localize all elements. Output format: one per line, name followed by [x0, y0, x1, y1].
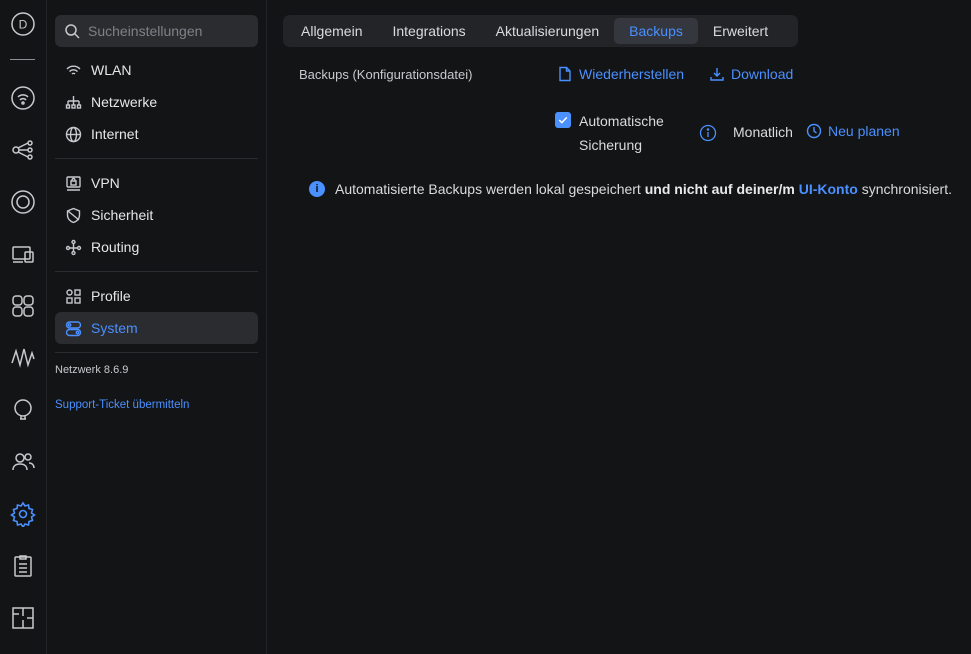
- info-icon[interactable]: [699, 124, 717, 142]
- support-ticket-link[interactable]: Support-Ticket übermitteln: [55, 399, 189, 411]
- backup-notice: i Automatisierte Backups werden lokal ge…: [309, 181, 952, 197]
- sidebar-item-label: System: [91, 320, 138, 336]
- wifi-icon: [64, 61, 82, 79]
- search-icon: [65, 24, 80, 39]
- sidebar-item-wlan[interactable]: WLAN: [55, 54, 258, 86]
- sidebar-divider: [55, 271, 258, 272]
- sidebar-divider: [55, 158, 258, 159]
- restore-button[interactable]: Wiederherstellen: [557, 66, 684, 82]
- version-text: Netzwerk 8.6.9: [55, 364, 129, 376]
- notice-text-3: synchronisiert.: [861, 181, 952, 197]
- sidebar-item-label: WLAN: [91, 62, 132, 78]
- tab-aktualisierungen[interactable]: Aktualisierungen: [481, 18, 615, 44]
- file-icon: [559, 66, 571, 82]
- sidebar-item-internet[interactable]: Internet: [55, 118, 258, 150]
- network-icon: [64, 93, 82, 111]
- restore-label: Wiederherstellen: [579, 66, 685, 82]
- download-icon: [710, 68, 724, 81]
- logs-icon[interactable]: [9, 552, 37, 580]
- app-rail: D: [0, 0, 47, 654]
- routing-icon: [64, 238, 82, 256]
- sidebar-item-netzwerke[interactable]: Netzwerke: [55, 86, 258, 118]
- rail-divider: [10, 59, 35, 60]
- statistics-icon[interactable]: [9, 344, 37, 372]
- shield-icon: [64, 206, 82, 224]
- topology-icon[interactable]: [9, 136, 37, 164]
- notice-text-1: Automatisierte Backups werden lokal gesp…: [335, 181, 641, 197]
- sidebar-item-vpn[interactable]: VPN: [55, 167, 258, 199]
- clock-icon: [806, 123, 822, 139]
- sidebar-item-label: Routing: [91, 239, 140, 255]
- ui-account-link[interactable]: UI-Konto: [799, 181, 858, 197]
- reschedule-button[interactable]: Neu planen: [806, 123, 900, 139]
- users-icon[interactable]: [9, 448, 37, 476]
- auto-backup-label: Automatische Sicherung: [579, 113, 664, 153]
- sidebar-divider: [55, 352, 258, 353]
- tab-allgemein[interactable]: Allgemein: [286, 18, 377, 44]
- sidebar-item-label: Sicherheit: [91, 207, 154, 223]
- wifi-device-icon[interactable]: [9, 84, 37, 112]
- sidebar-item-label: Profile: [91, 288, 131, 304]
- devices-icon[interactable]: [9, 240, 37, 268]
- tab-integrations[interactable]: Integrations: [377, 18, 480, 44]
- sidebar-item-profile[interactable]: Profile: [55, 280, 258, 312]
- info-filled-icon: i: [309, 181, 325, 197]
- clients-icon[interactable]: [9, 292, 37, 320]
- auto-backup-checkbox[interactable]: [555, 112, 571, 128]
- sidebar-item-sicherheit[interactable]: Sicherheit: [55, 199, 258, 231]
- settings-sidebar: WLAN Netzwerke Internet VPN Sicherheit R…: [47, 0, 267, 654]
- system-icon: [64, 319, 82, 337]
- floorplan-icon[interactable]: [9, 604, 37, 632]
- reschedule-label: Neu planen: [828, 123, 900, 139]
- search-input[interactable]: [88, 23, 248, 39]
- logo-icon[interactable]: D: [9, 10, 37, 38]
- sidebar-item-label: Internet: [91, 126, 139, 142]
- vpn-icon: [64, 174, 82, 192]
- settings-search[interactable]: [55, 15, 258, 47]
- insights-icon[interactable]: [9, 396, 37, 424]
- backup-frequency: Monatlich: [733, 124, 793, 140]
- settings-icon[interactable]: [9, 500, 37, 528]
- download-label: Download: [731, 66, 794, 82]
- sidebar-item-system[interactable]: System: [55, 312, 258, 344]
- logo-letter: D: [19, 18, 28, 32]
- notice-text-2: und nicht auf deiner/m: [644, 181, 795, 197]
- tab-erweitert[interactable]: Erweitert: [698, 18, 783, 44]
- settings-tabs: Allgemein Integrations Aktualisierungen …: [283, 15, 798, 47]
- globe-icon: [64, 125, 82, 143]
- sidebar-item-label: VPN: [91, 175, 120, 191]
- backups-section-label: Backups (Konfigurationsdatei): [299, 67, 473, 82]
- sidebar-item-label: Netzwerke: [91, 94, 158, 110]
- profiles-icon: [64, 287, 82, 305]
- download-button[interactable]: Download: [709, 66, 793, 82]
- checkmark-icon: [558, 116, 568, 124]
- tab-backups[interactable]: Backups: [614, 18, 698, 44]
- sidebar-item-routing[interactable]: Routing: [55, 231, 258, 263]
- target-icon[interactable]: [9, 188, 37, 216]
